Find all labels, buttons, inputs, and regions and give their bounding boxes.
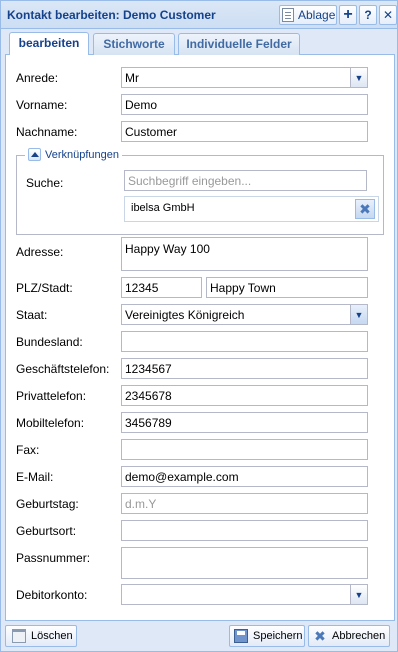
chevron-down-icon[interactable]: ▼ bbox=[350, 68, 367, 87]
cancel-icon: ✖ bbox=[314, 628, 326, 644]
cancel-label: Abbrechen bbox=[332, 630, 386, 642]
window-title: Kontakt bearbeiten: Demo Customer bbox=[7, 8, 216, 22]
linked-item-label: ibelsa GmbH bbox=[131, 202, 195, 214]
email-label: E-Mail: bbox=[16, 470, 54, 484]
suche-label: Suche: bbox=[26, 176, 64, 190]
geburtsort-label: Geburtsort: bbox=[16, 524, 77, 538]
verknuepfungen-legend[interactable]: Verknüpfungen bbox=[25, 148, 123, 161]
save-button[interactable]: Speichern bbox=[229, 625, 305, 647]
nachname-input[interactable]: Customer bbox=[121, 121, 368, 142]
staat-select[interactable]: Vereinigtes Königreich ▼ bbox=[121, 304, 368, 325]
tab-stichworte[interactable]: Stichworte bbox=[93, 33, 175, 55]
bundesland-input[interactable] bbox=[121, 331, 368, 352]
plz-input[interactable]: 12345 bbox=[121, 277, 202, 298]
fax-label: Fax: bbox=[16, 443, 40, 457]
linked-item: ibelsa GmbH ✖ bbox=[124, 196, 379, 222]
bundesland-label: Bundesland: bbox=[16, 335, 83, 349]
plus-icon: + bbox=[343, 6, 353, 23]
chevron-down-icon[interactable]: ▼ bbox=[350, 585, 367, 604]
form-panel: Anrede: Mr ▼ Vorname: Demo Nachname: Cus… bbox=[5, 55, 395, 621]
document-icon bbox=[282, 8, 294, 22]
adresse-label: Adresse: bbox=[16, 245, 64, 259]
close-icon: ✕ bbox=[382, 8, 394, 22]
passnummer-input[interactable] bbox=[121, 547, 368, 579]
tab-bar: bearbeiten Stichworte Individuelle Felde… bbox=[5, 31, 395, 55]
geschaeftstelefon-input[interactable]: 1234567 bbox=[121, 358, 368, 379]
title-bar[interactable]: Kontakt bearbeiten: Demo Customer Ablage… bbox=[1, 1, 397, 29]
anrede-value: Mr bbox=[125, 71, 139, 85]
tab-bearbeiten[interactable]: bearbeiten bbox=[9, 32, 89, 55]
privattelefon-input[interactable]: 2345678 bbox=[121, 385, 368, 406]
geburtsort-input[interactable] bbox=[121, 520, 368, 541]
adresse-input[interactable]: Happy Way 100 bbox=[121, 237, 368, 271]
ablage-button[interactable]: Ablage bbox=[279, 5, 337, 25]
add-button[interactable]: + bbox=[339, 5, 357, 25]
verknuepfungen-fieldset: Verknüpfungen Suche: Suchbegriff eingebe… bbox=[16, 148, 384, 235]
delete-label: Löschen bbox=[31, 630, 73, 642]
email-input[interactable]: demo@example.com bbox=[121, 466, 368, 487]
anrede-select[interactable]: Mr ▼ bbox=[121, 67, 368, 88]
mobiltelefon-label: Mobiltelefon: bbox=[16, 416, 85, 430]
ablage-label: Ablage bbox=[298, 8, 336, 22]
close-icon: ✖ bbox=[359, 200, 371, 217]
staat-value: Vereinigtes Königreich bbox=[125, 308, 245, 322]
privattelefon-label: Privattelefon: bbox=[16, 389, 87, 403]
staat-label: Staat: bbox=[16, 308, 48, 322]
help-icon: ? bbox=[364, 8, 372, 22]
anrede-label: Anrede: bbox=[16, 71, 59, 85]
geschaeftstelefon-label: Geschäftstelefon: bbox=[16, 362, 110, 376]
footer-toolbar: Löschen Speichern ✖ Abbrechen bbox=[1, 621, 397, 651]
delete-button[interactable]: Löschen bbox=[5, 625, 77, 647]
collapse-icon[interactable] bbox=[28, 148, 41, 161]
plz-stadt-label: PLZ/Stadt: bbox=[16, 281, 73, 295]
help-button[interactable]: ? bbox=[359, 5, 377, 25]
debitorkonto-label: Debitorkonto: bbox=[16, 588, 88, 602]
close-button[interactable]: ✕ bbox=[379, 5, 397, 25]
contact-edit-window: Kontakt bearbeiten: Demo Customer Ablage… bbox=[0, 0, 398, 652]
vorname-input[interactable]: Demo bbox=[121, 94, 368, 115]
geburtstag-input[interactable]: d.m.Y bbox=[121, 493, 368, 514]
tab-individuelle-felder[interactable]: Individuelle Felder bbox=[178, 33, 300, 55]
stadt-input[interactable]: Happy Town bbox=[206, 277, 368, 298]
cancel-button[interactable]: ✖ Abbrechen bbox=[308, 625, 390, 647]
nachname-label: Nachname: bbox=[16, 125, 78, 139]
geburtstag-label: Geburtstag: bbox=[16, 497, 79, 511]
suche-input[interactable]: Suchbegriff eingeben... bbox=[124, 170, 367, 191]
verknuepfungen-title: Verknüpfungen bbox=[45, 148, 120, 161]
trash-icon bbox=[12, 629, 26, 643]
vorname-label: Vorname: bbox=[16, 98, 68, 112]
remove-link-button[interactable]: ✖ bbox=[355, 199, 375, 219]
save-icon bbox=[234, 629, 248, 643]
mobiltelefon-input[interactable]: 3456789 bbox=[121, 412, 368, 433]
debitorkonto-select[interactable]: ▼ bbox=[121, 584, 368, 605]
chevron-down-icon[interactable]: ▼ bbox=[350, 305, 367, 324]
fax-input[interactable] bbox=[121, 439, 368, 460]
passnummer-label: Passnummer: bbox=[16, 551, 91, 565]
save-label: Speichern bbox=[253, 630, 303, 642]
